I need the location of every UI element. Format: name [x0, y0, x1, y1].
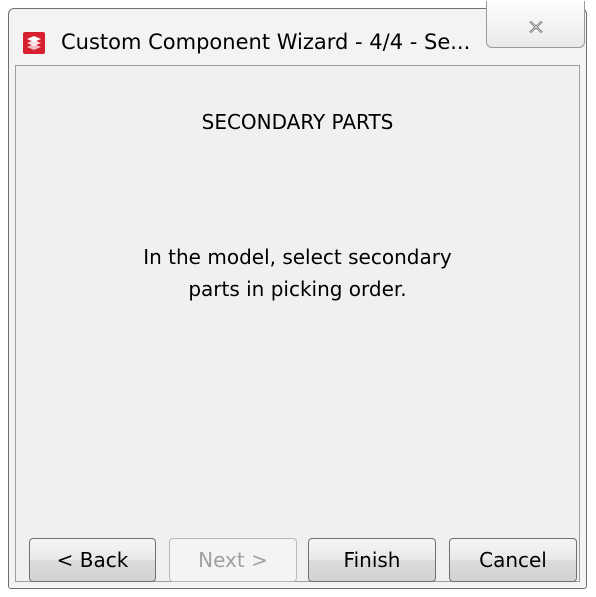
title-bar[interactable]: Custom Component Wizard - 4/4 - Se...	[9, 1, 586, 65]
instruction-line-2: parts in picking order.	[188, 277, 407, 301]
window-title: Custom Component Wizard - 4/4 - Se...	[61, 30, 471, 54]
wizard-window: Custom Component Wizard - 4/4 - Se... SE…	[8, 1, 587, 589]
finish-button[interactable]: Finish	[308, 538, 436, 582]
wizard-content-panel: SECONDARY PARTS In the model, select sec…	[15, 65, 580, 582]
next-button: Next >	[169, 538, 297, 582]
back-button[interactable]: < Back	[29, 538, 156, 582]
app-logo-icon	[23, 32, 45, 54]
cancel-button[interactable]: Cancel	[449, 538, 577, 582]
instruction-line-1: In the model, select secondary	[143, 245, 452, 269]
step-heading: SECONDARY PARTS	[201, 110, 394, 134]
instruction-text: In the model, select secondary parts in …	[16, 241, 579, 305]
close-button[interactable]	[486, 1, 585, 48]
close-icon	[528, 20, 543, 34]
